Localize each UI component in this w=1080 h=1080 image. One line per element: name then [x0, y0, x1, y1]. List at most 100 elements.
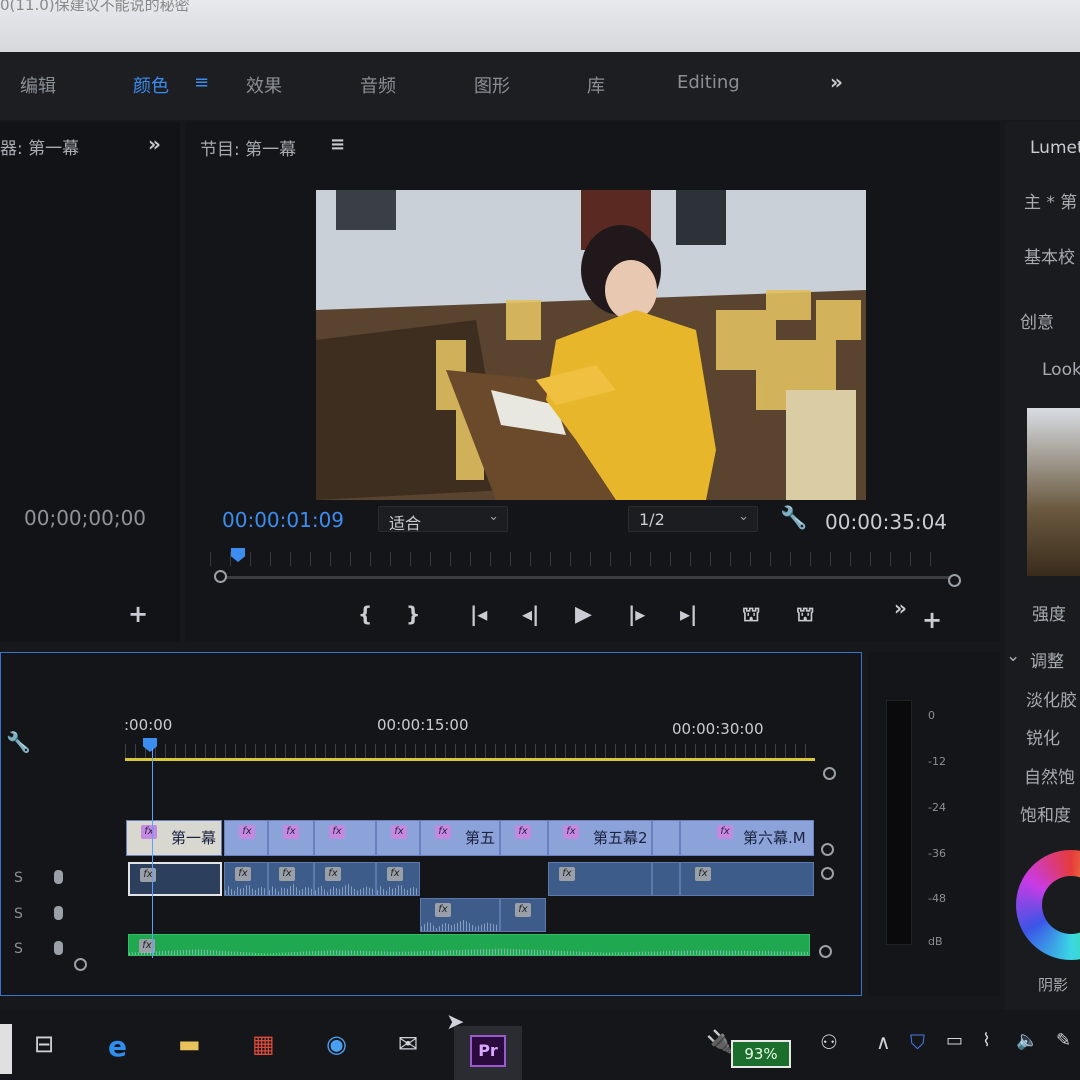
lumetri-master[interactable]: 主 * 第: [1024, 188, 1077, 213]
audio-clip[interactable]: [652, 862, 680, 896]
lumetri-creative[interactable]: 创意: [1020, 308, 1054, 333]
audio-clip[interactable]: fx: [680, 862, 814, 896]
more-controls-icon[interactable]: »: [894, 596, 907, 620]
start-edge[interactable]: [0, 1024, 12, 1074]
fit-dropdown[interactable]: 适合 ⌄: [378, 506, 508, 533]
mic-icon[interactable]: [54, 941, 63, 955]
mark-out-button[interactable]: }: [406, 602, 420, 626]
timeline-wrench-icon[interactable]: 🔧: [6, 730, 31, 754]
resolution-dropdown[interactable]: 1/2 ⌄: [628, 506, 758, 532]
source-expand-icon[interactable]: »: [148, 132, 161, 156]
track-solo-a2[interactable]: S: [14, 906, 23, 922]
clip-name: 第一幕: [171, 829, 217, 847]
track-solo-a3[interactable]: S: [14, 941, 23, 957]
extract-button[interactable]: ⛫: [796, 602, 814, 629]
audio-clip[interactable]: fx: [420, 898, 500, 932]
edge-browser-icon[interactable]: e: [108, 1030, 127, 1063]
work-area-bar[interactable]: [125, 758, 815, 761]
video-clip[interactable]: fx: [314, 820, 376, 856]
mic-icon[interactable]: [54, 870, 63, 884]
ws-library[interactable]: 库: [587, 72, 605, 98]
fx-badge-icon: fx: [329, 825, 345, 839]
wrench-icon[interactable]: 🔧: [780, 506, 807, 531]
program-menu-icon[interactable]: ≡: [330, 134, 345, 155]
battery-indicator[interactable]: 93%: [731, 1040, 791, 1068]
source-add-icon[interactable]: +: [128, 600, 148, 628]
mark-in-button[interactable]: {: [358, 602, 372, 626]
music-clip[interactable]: fx: [128, 934, 810, 956]
clock-app-icon[interactable]: ◉: [326, 1030, 347, 1058]
source-timecode[interactable]: 00;00;00;00: [24, 506, 146, 530]
battery-tray-icon[interactable]: ▭: [946, 1030, 963, 1051]
people-icon[interactable]: ⚇: [820, 1030, 838, 1054]
program-current-time[interactable]: 00:00:01:09: [222, 508, 344, 532]
chevron-down-icon[interactable]: ⌄: [1006, 646, 1020, 666]
button-editor-add-icon[interactable]: +: [922, 606, 942, 634]
audio-clip[interactable]: fx: [548, 862, 652, 896]
audio-clip[interactable]: fx: [268, 862, 314, 896]
audio-clip[interactable]: fx: [376, 862, 420, 896]
h-scroll-handle[interactable]: [74, 958, 87, 971]
wifi-icon[interactable]: ⌇: [982, 1030, 991, 1051]
lumetri-title[interactable]: Lumetr: [1030, 138, 1080, 158]
task-view-icon[interactable]: ⊟: [34, 1030, 54, 1058]
audio-clip[interactable]: fx: [224, 862, 268, 896]
video-clip[interactable]: fx 第六幕.M: [680, 820, 814, 856]
v-scroll-handle[interactable]: [823, 767, 836, 780]
ws-graphics[interactable]: 图形: [474, 72, 510, 98]
pen-icon[interactable]: ✎: [1056, 1030, 1071, 1051]
video-clip[interactable]: fx: [376, 820, 420, 856]
program-title[interactable]: 节目: 第一幕: [200, 135, 296, 160]
fx-badge-icon: fx: [325, 867, 341, 881]
video-clip[interactable]: [652, 820, 680, 856]
program-time-ruler[interactable]: [210, 552, 950, 566]
volume-icon[interactable]: 🔈: [1016, 1030, 1038, 1051]
overflow-chevron-icon[interactable]: »: [830, 70, 843, 94]
ruler-label-15: 00:00:15:00: [377, 716, 469, 734]
lift-button[interactable]: ⛫: [742, 602, 760, 629]
ws-effects[interactable]: 效果: [246, 72, 282, 98]
lumetri-look[interactable]: Look: [1042, 360, 1080, 380]
video-clip[interactable]: fx: [500, 820, 548, 856]
ws-color[interactable]: 颜色: [133, 72, 169, 98]
video-clip[interactable]: fx: [224, 820, 268, 856]
audio-clip[interactable]: fx: [128, 862, 222, 896]
video-clip[interactable]: fx 第一幕: [126, 820, 222, 856]
step-forward-button[interactable]: |▸: [628, 602, 645, 626]
lumetri-adjust[interactable]: 调整: [1030, 647, 1064, 672]
ws-editing[interactable]: 编辑: [20, 72, 56, 98]
source-title[interactable]: 器: 第一幕: [0, 134, 79, 159]
store-icon[interactable]: ▦: [252, 1030, 275, 1058]
video-clip[interactable]: fx 第五幕2: [548, 820, 652, 856]
fx-badge-icon: fx: [559, 867, 575, 881]
v-scroll-handle[interactable]: [821, 843, 834, 856]
classroom-scene: [316, 190, 866, 500]
play-button[interactable]: ▶: [575, 602, 592, 627]
audio-clip[interactable]: fx: [314, 862, 376, 896]
program-zoom-scrollbar[interactable]: [222, 576, 956, 579]
step-back-button[interactable]: ◂|: [522, 602, 539, 626]
scroll-right-handle[interactable]: [948, 574, 961, 587]
ws-editing-en[interactable]: Editing: [677, 72, 740, 93]
lumetri-basic[interactable]: 基本校: [1024, 243, 1075, 268]
scroll-left-handle[interactable]: [214, 570, 227, 583]
mail-icon[interactable]: ✉: [398, 1030, 418, 1058]
audio-clip[interactable]: fx: [500, 898, 546, 932]
track-solo-a1[interactable]: S: [14, 870, 23, 886]
video-clip[interactable]: fx 第五: [420, 820, 500, 856]
tray-chevron-icon[interactable]: ∧: [876, 1030, 891, 1054]
go-to-in-button[interactable]: |◂: [470, 602, 487, 626]
mic-icon[interactable]: [54, 906, 63, 920]
premiere-pro-icon[interactable]: Pr: [470, 1035, 506, 1067]
timeline-ruler[interactable]: [125, 744, 815, 758]
look-preview[interactable]: [1027, 408, 1080, 576]
resolution-value: 1/2: [639, 510, 665, 529]
ws-audio[interactable]: 音频: [360, 72, 396, 98]
video-clip[interactable]: fx: [268, 820, 314, 856]
go-to-out-button[interactable]: ▸|: [680, 602, 697, 626]
security-shield-icon[interactable]: ⛉: [910, 1030, 925, 1054]
v-scroll-handle[interactable]: [821, 867, 834, 880]
ws-menu-icon[interactable]: ≡: [194, 72, 209, 93]
v-scroll-handle[interactable]: [819, 945, 832, 958]
file-explorer-icon[interactable]: ▬: [178, 1030, 201, 1058]
